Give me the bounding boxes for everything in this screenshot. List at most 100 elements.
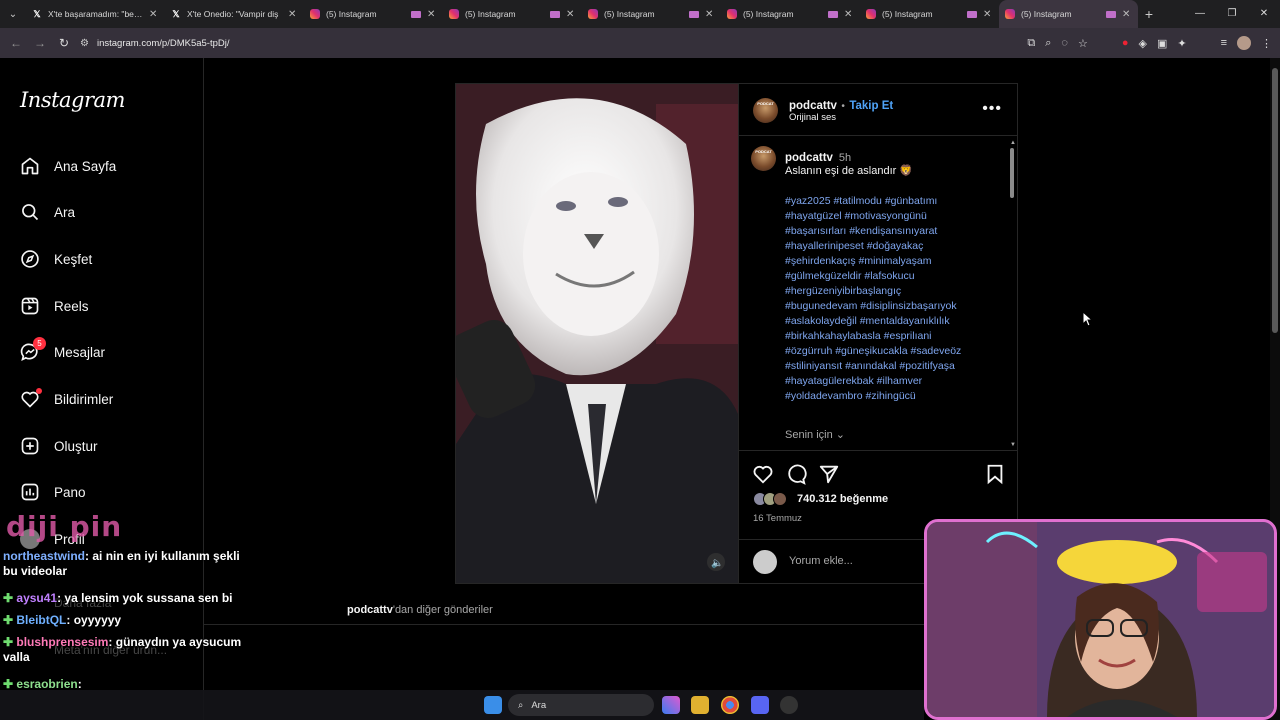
tab-search-chevron-icon[interactable]: ⌄ [0,0,26,28]
for-you-dropdown[interactable]: Senin için ⌄ [785,428,845,441]
sidebar-item-home[interactable]: Ana Sayfa [20,154,116,178]
sidebar-item-search[interactable]: Ara [20,200,75,224]
hide-icon[interactable]: ◌ [1061,37,1068,49]
browser-tab[interactable]: 𝕏 X'te Onedio: "Vampir diş ✕ [165,0,304,28]
extension-red-icon[interactable]: ● [1122,37,1129,49]
instagram-logo[interactable]: Instagram [20,88,125,112]
follow-button[interactable]: Takip Et [849,100,893,112]
reload-icon[interactable]: ↻ [52,36,76,50]
hashtag-line[interactable]: #gülmekgüzeldir #lafsokucu [785,269,1000,284]
browser-menu-icon[interactable]: ⋮ [1261,37,1272,50]
hashtag-line[interactable]: #yaz2025 #tatilmodu #günbatımı [785,194,1000,209]
close-tab-icon[interactable]: ✕ [983,9,993,20]
tab-audio-icon[interactable] [967,10,977,18]
author-username[interactable]: podcattv [789,100,837,112]
sidebar-item-compass[interactable]: Keşfet [20,247,92,271]
extension-icon[interactable]: ◈ [1138,37,1146,50]
sidebar-item-label: Ara [54,204,76,220]
hashtag-line[interactable]: #birkahkahaylabasla #esprilıani [785,329,1000,344]
hashtag-line[interactable]: #şehirdenkaçış #minimalyaşam [785,254,1000,269]
tab-audio-icon[interactable] [550,10,560,18]
hashtag-line[interactable]: #başarısırları #kendişansınıyarat [785,224,1000,239]
close-tab-icon[interactable]: ✕ [1122,9,1132,20]
comment-input[interactable]: Yorum ekle... [789,555,853,567]
sidebar-item-dashboard[interactable]: Pano [20,480,86,504]
audio-label[interactable]: Orijinal ses [789,112,836,123]
scroll-down-icon[interactable]: ▼ [1010,442,1016,448]
copilot-icon[interactable] [662,696,680,714]
post-video[interactable]: 🔈 [456,84,738,583]
chat-message: ✚ aysu41: ya lensim yok sussana sen bi [3,591,233,606]
hashtag-line[interactable]: #yoldadevambro #zihingücü [785,389,1000,404]
tray-app-icon[interactable] [780,696,798,714]
close-tab-icon[interactable]: ✕ [844,9,854,20]
tab-audio-icon[interactable] [411,10,421,18]
tab-audio-icon[interactable] [1106,10,1116,18]
sidebar-item-messenger[interactable]: 5 Mesajlar [20,337,105,364]
tab-audio-icon[interactable] [689,10,699,18]
comment-icon[interactable] [785,463,807,485]
caption-avatar[interactable]: PODCAT [751,146,776,171]
file-explorer-icon[interactable] [691,696,709,714]
close-tab-icon[interactable]: ✕ [427,9,437,20]
browser-tab[interactable]: (5) Instagram ✕ [860,0,999,28]
extension-shield-icon[interactable]: ▣ [1157,37,1167,50]
address-bar[interactable]: ⚙ instagram.com/p/DMK5a5-tpDj/ [80,32,992,54]
chat-message: ✚ blushprensesim: günaydın ya aysucum val… [3,635,241,665]
browser-tab[interactable]: 𝕏 X'te başaramadım: "benim ✕ [26,0,165,28]
post-details: PODCAT podcattv • Takip Et Orijinal ses … [738,84,1018,583]
discord-icon[interactable] [751,696,769,714]
close-tab-icon[interactable]: ✕ [288,9,298,20]
hashtag-line[interactable]: #özgürruh #güneşikucakla #sadeveöz [785,344,1000,359]
new-tab-button[interactable]: + [1138,6,1160,22]
like-heart-icon[interactable] [752,463,774,485]
minimize-icon[interactable]: — [1184,0,1216,28]
sidebar-item-heart[interactable]: Bildirimler [20,387,113,411]
browser-tab[interactable]: (5) Instagram ✕ [304,0,443,28]
sidebar-item-reels[interactable]: Reels [20,294,89,318]
forward-icon[interactable]: → [28,36,52,50]
tab-audio-icon[interactable] [828,10,838,18]
share-icon[interactable] [818,463,840,485]
bookmark-star-icon[interactable]: ☆ [1078,37,1088,50]
author-avatar[interactable]: PODCAT [753,98,778,123]
more-posts-author[interactable]: podcattv [347,604,393,616]
liker-avatar [773,492,787,506]
hashtag-line[interactable]: #bugunedevam #disiplinsizbaşarıyok [785,299,1000,314]
taskbar-search[interactable]: ⌕ Ara [508,694,654,716]
site-info-icon[interactable]: ⚙ [80,38,89,49]
more-options-icon[interactable]: ••• [982,100,1002,118]
install-app-icon[interactable]: ⧉ [1027,37,1035,50]
caption-username[interactable]: podcattv [785,152,833,164]
close-tab-icon[interactable]: ✕ [705,9,715,20]
back-icon[interactable]: ← [4,36,28,50]
browser-tab[interactable]: (5) Instagram ✕ [443,0,582,28]
save-bookmark-icon[interactable] [984,463,1006,485]
hashtag-line[interactable]: #hergüzeniyibirbaşlangıç [785,284,1000,299]
likes-count[interactable]: 740.312 beğenme [797,493,888,505]
hashtag-line[interactable]: #stiliniyansıt #anındakal #pozitifyaşa [785,359,1000,374]
close-tab-icon[interactable]: ✕ [566,9,576,20]
hashtag-line[interactable]: #hayallerinipeset #doğayakaç [785,239,1000,254]
zoom-icon[interactable]: ⌕ [1045,37,1051,50]
media-controls-icon[interactable]: ≡ [1221,37,1227,49]
close-window-icon[interactable]: ✕ [1248,0,1280,28]
browser-tab[interactable]: (5) Instagram ✕ [999,0,1138,28]
hashtag-line[interactable]: #aslakolaydeğil #mentaldayanıklılık [785,314,1000,329]
sidebar-item-label: Bildirimler [54,391,114,407]
windows-start-icon[interactable] [484,696,502,714]
hashtag-line[interactable]: #hayatagülerekbak #ilhamver [785,374,1000,389]
caption-scrollbar[interactable] [1010,148,1014,198]
restore-icon[interactable]: ❐ [1216,0,1248,28]
close-tab-icon[interactable]: ✕ [149,9,159,20]
browser-tab[interactable]: (5) Instagram ✕ [582,0,721,28]
profile-avatar[interactable] [1237,36,1251,50]
extensions-puzzle-icon[interactable]: ✦ [1177,37,1186,50]
chrome-icon[interactable] [721,696,739,714]
page-scrollbar-thumb[interactable] [1272,68,1278,333]
sidebar-item-label: Oluştur [54,438,98,454]
browser-tab[interactable]: (5) Instagram ✕ [721,0,860,28]
sidebar-item-plus-square[interactable]: Oluştur [20,434,98,458]
scroll-up-icon[interactable]: ▲ [1010,140,1016,146]
hashtag-line[interactable]: #hayatgüzel #motivasyongünü [785,209,1000,224]
